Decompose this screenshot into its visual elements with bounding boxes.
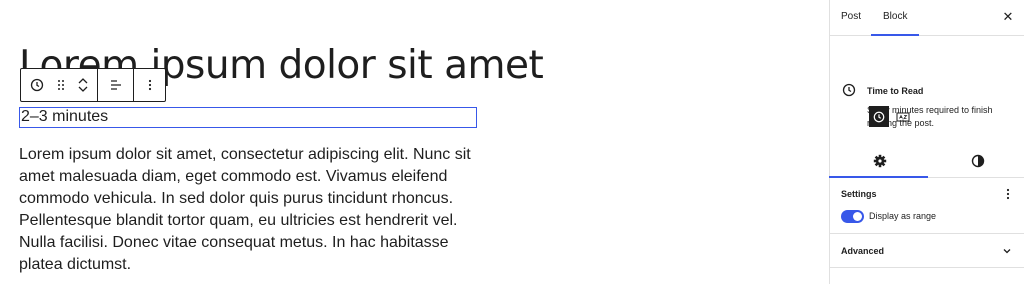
editor-canvas: Lorem ipsum dolor sit amet 2–3 minutes L… (0, 0, 829, 284)
settings-panel: Settings Display as range (829, 178, 1024, 234)
text-box-icon (896, 112, 910, 121)
more-vertical-icon[interactable] (1003, 186, 1013, 202)
clock-icon (873, 111, 885, 122)
toolbar-group-options (134, 69, 165, 101)
block-mover (73, 69, 93, 101)
toolbar-group-block (21, 69, 98, 101)
tab-post[interactable]: Post (841, 11, 861, 22)
inspector-tabs (829, 145, 1024, 178)
block-card-title: Time to Read (867, 86, 924, 96)
settings-panel-title: Settings (841, 189, 877, 199)
align-button[interactable] (104, 69, 128, 101)
advanced-panel-title: Advanced (841, 246, 885, 256)
style-option-clock[interactable] (869, 106, 889, 127)
drag-handle-icon (58, 80, 64, 90)
toolbar-group-align (98, 69, 134, 101)
tab-block[interactable]: Block (883, 11, 907, 22)
more-vertical-icon (148, 79, 151, 91)
drag-handle[interactable] (49, 69, 73, 101)
block-type-button[interactable] (25, 69, 49, 101)
display-as-range-toggle[interactable] (841, 210, 864, 223)
paragraph-block[interactable]: Lorem ipsum dolor sit amet, consectetur … (19, 144, 474, 276)
clock-icon (842, 83, 856, 97)
sidebar-tabs: Post Block ✕ (830, 0, 1024, 36)
align-left-icon (110, 80, 121, 90)
block-options-button[interactable] (138, 69, 162, 101)
advanced-panel-toggle[interactable]: Advanced (829, 234, 1024, 268)
block-toolbar (20, 68, 166, 102)
settings-gear-icon[interactable] (872, 153, 888, 169)
chevron-down-icon (1003, 249, 1011, 254)
block-style-switcher (869, 106, 913, 127)
styles-contrast-icon[interactable] (970, 153, 986, 169)
clock-icon (30, 78, 44, 92)
display-as-range-label: Display as range (869, 211, 937, 221)
toggle-knob (853, 212, 862, 221)
chevron-down-icon[interactable] (77, 85, 89, 94)
chevron-up-icon[interactable] (77, 76, 89, 85)
close-icon[interactable]: ✕ (1002, 10, 1014, 24)
time-to-read-block[interactable]: 2–3 minutes (19, 107, 477, 128)
block-card: Time to Read Show minutes required to fi… (830, 36, 1024, 141)
style-option-text[interactable] (893, 106, 913, 127)
